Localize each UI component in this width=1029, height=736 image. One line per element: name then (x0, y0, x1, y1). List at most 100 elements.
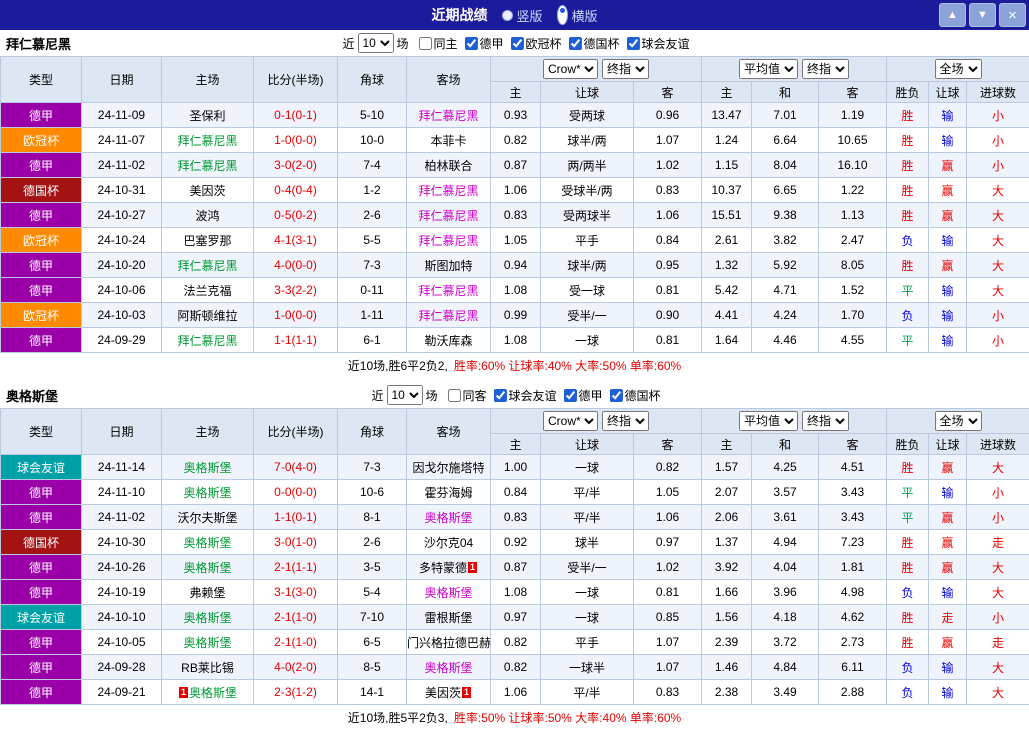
team-link[interactable]: 法兰克福 (183, 284, 231, 298)
league-checkbox[interactable] (493, 388, 507, 402)
team-link[interactable]: 因戈尔施塔特 (412, 461, 484, 475)
match-row: 德甲 24-09-21 1 奥格斯堡 2-3(1-2) 14-1 美因茨 1 1.06 平/半 0.… (0, 679, 1029, 705)
league-cell: 德甲 (0, 152, 82, 178)
team-link[interactable]: 奥格斯堡 (183, 461, 231, 475)
league-checkbox[interactable] (464, 36, 478, 50)
same-venue-checkbox[interactable] (418, 36, 432, 50)
team-link[interactable]: 拜仁慕尼黑 (418, 184, 478, 198)
team-link[interactable]: 多特蒙德 (419, 561, 467, 575)
team-link[interactable]: 拜仁慕尼黑 (177, 159, 237, 173)
team-link[interactable]: 本菲卡 (430, 134, 466, 148)
team-link[interactable]: 雷根斯堡 (424, 611, 472, 625)
league-checkbox[interactable] (563, 388, 577, 402)
odds-home-cell: 0.84 (490, 479, 541, 505)
same-venue-checkbox[interactable] (447, 388, 461, 402)
league-cell: 欧冠杯 (0, 227, 82, 253)
league-checkbox[interactable] (568, 36, 582, 50)
handicap-result-cell: 输 (928, 302, 968, 328)
odds-handicap-cell: 受球半/两 (540, 177, 634, 203)
avg-draw-cell: 4.18 (751, 604, 819, 630)
team-link[interactable]: 奥格斯堡 (183, 486, 231, 500)
corners-cell: 1-2 (337, 177, 407, 203)
league-filter-德甲[interactable]: 德甲 (563, 387, 603, 404)
team-name[interactable]: 奥格斯堡 (0, 386, 58, 405)
bookmaker-select[interactable]: 终指 (602, 59, 649, 79)
scroll-up-button[interactable]: ▲ (939, 3, 966, 27)
team-link[interactable]: 霍芬海姆 (424, 486, 472, 500)
bookmaker-group-header: Crow* 终指 (490, 408, 702, 434)
league-checkbox[interactable] (510, 36, 524, 50)
team-link[interactable]: 波鸿 (195, 209, 219, 223)
league-filter-球会友谊[interactable]: 球会友谊 (626, 35, 690, 52)
bookmaker-select[interactable]: Crow* (543, 411, 598, 431)
team-link[interactable]: 奥格斯堡 (183, 636, 231, 650)
league-cell: 德甲 (0, 479, 82, 505)
subcolumn-header: 客 (633, 81, 702, 103)
team-link[interactable]: 弗赖堡 (189, 586, 225, 600)
fulltime-select[interactable]: 全场 (934, 411, 982, 431)
team-link[interactable]: 拜仁慕尼黑 (177, 259, 237, 273)
team-link[interactable]: 拜仁慕尼黑 (418, 234, 478, 248)
team-link[interactable]: 沃尔夫斯堡 (177, 511, 237, 525)
away-team-cell: 斯图加特 (406, 252, 491, 278)
average-select[interactable]: 终指 (802, 59, 849, 79)
bookmaker-select[interactable]: 终指 (602, 411, 649, 431)
layout-radio-vertical[interactable]: 竖版 (501, 6, 543, 25)
team-link[interactable]: 拜仁慕尼黑 (418, 109, 478, 123)
league-filter-德国杯[interactable]: 德国杯 (609, 387, 661, 404)
match-count-select[interactable]: 10 (386, 385, 423, 405)
team-link[interactable]: 美因茨 (425, 686, 461, 700)
league-filter-德甲[interactable]: 德甲 (464, 35, 504, 52)
team-link[interactable]: 拜仁慕尼黑 (418, 284, 478, 298)
team-link[interactable]: 圣保利 (189, 109, 225, 123)
team-link[interactable]: 奥格斯堡 (424, 586, 472, 600)
team-link[interactable]: 拜仁慕尼黑 (418, 309, 478, 323)
section-header: 奥格斯堡 近 10 场 同客 球会友谊 德甲 德国杯 (0, 382, 1029, 408)
team-link[interactable]: 阿斯顿维拉 (177, 309, 237, 323)
team-link[interactable]: 勒沃库森 (424, 334, 472, 348)
team-link[interactable]: 拜仁慕尼黑 (177, 134, 237, 148)
section-header: 拜仁慕尼黑 近 10 场 同主 德甲 欧冠杯 德国杯 球会友谊 (0, 30, 1029, 56)
team-link[interactable]: 奥格斯堡 (183, 611, 231, 625)
team-link[interactable]: 拜仁慕尼黑 (177, 334, 237, 348)
league-filter-欧冠杯[interactable]: 欧冠杯 (510, 35, 562, 52)
same-venue-filter[interactable]: 同主 (418, 35, 457, 52)
match-count-select[interactable]: 10 (357, 33, 394, 53)
league-filter-德国杯[interactable]: 德国杯 (568, 35, 620, 52)
score-cell: 0-1(0-1) (253, 102, 338, 128)
league-checkbox[interactable] (609, 388, 623, 402)
fulltime-select[interactable]: 全场 (934, 59, 982, 79)
bookmaker-select[interactable]: Crow* (543, 59, 598, 79)
league-checkbox[interactable] (626, 36, 640, 50)
team-link[interactable]: 门兴格拉德巴赫 (408, 636, 490, 650)
layout-radio-horizontal[interactable]: 横版 (556, 5, 598, 25)
team-link[interactable]: 美因茨 (189, 184, 225, 198)
scroll-down-button[interactable]: ▼ (969, 3, 996, 27)
home-team-cell: 拜仁慕尼黑 (161, 252, 254, 278)
team-link[interactable]: 奥格斯堡 (424, 511, 472, 525)
team-link[interactable]: 沙尔克04 (424, 536, 473, 550)
date-cell: 24-11-09 (81, 102, 162, 128)
team-link[interactable]: 拜仁慕尼黑 (418, 209, 478, 223)
score-cell: 4-0(0-0) (253, 252, 338, 278)
team-link[interactable]: 奥格斯堡 (189, 686, 237, 700)
odds-away-cell: 1.05 (633, 479, 702, 505)
league-filter-球会友谊[interactable]: 球会友谊 (493, 387, 557, 404)
subcolumn-header: 客 (817, 433, 888, 455)
team-link[interactable]: 奥格斯堡 (183, 536, 231, 550)
team-link[interactable]: RB莱比锡 (181, 661, 234, 675)
team-name[interactable]: 拜仁慕尼黑 (0, 34, 71, 53)
score-cell: 1-0(0-0) (253, 302, 338, 328)
team-link[interactable]: 斯图加特 (424, 259, 472, 273)
same-venue-filter[interactable]: 同客 (447, 387, 487, 404)
average-select[interactable]: 终指 (802, 411, 849, 431)
team-link[interactable]: 巴塞罗那 (183, 234, 231, 248)
average-select[interactable]: 平均值 (739, 59, 798, 79)
corners-cell: 6-1 (337, 327, 407, 353)
team-link[interactable]: 柏林联合 (424, 159, 472, 173)
close-button[interactable]: × (999, 3, 1026, 27)
team-link[interactable]: 奥格斯堡 (424, 661, 472, 675)
match-row: 球会友谊 24-10-10 奥格斯堡 2-1(1-0) 7-10 雷根斯堡 0.97 一球 0.… (0, 604, 1029, 630)
average-select[interactable]: 平均值 (739, 411, 798, 431)
team-link[interactable]: 奥格斯堡 (183, 561, 231, 575)
